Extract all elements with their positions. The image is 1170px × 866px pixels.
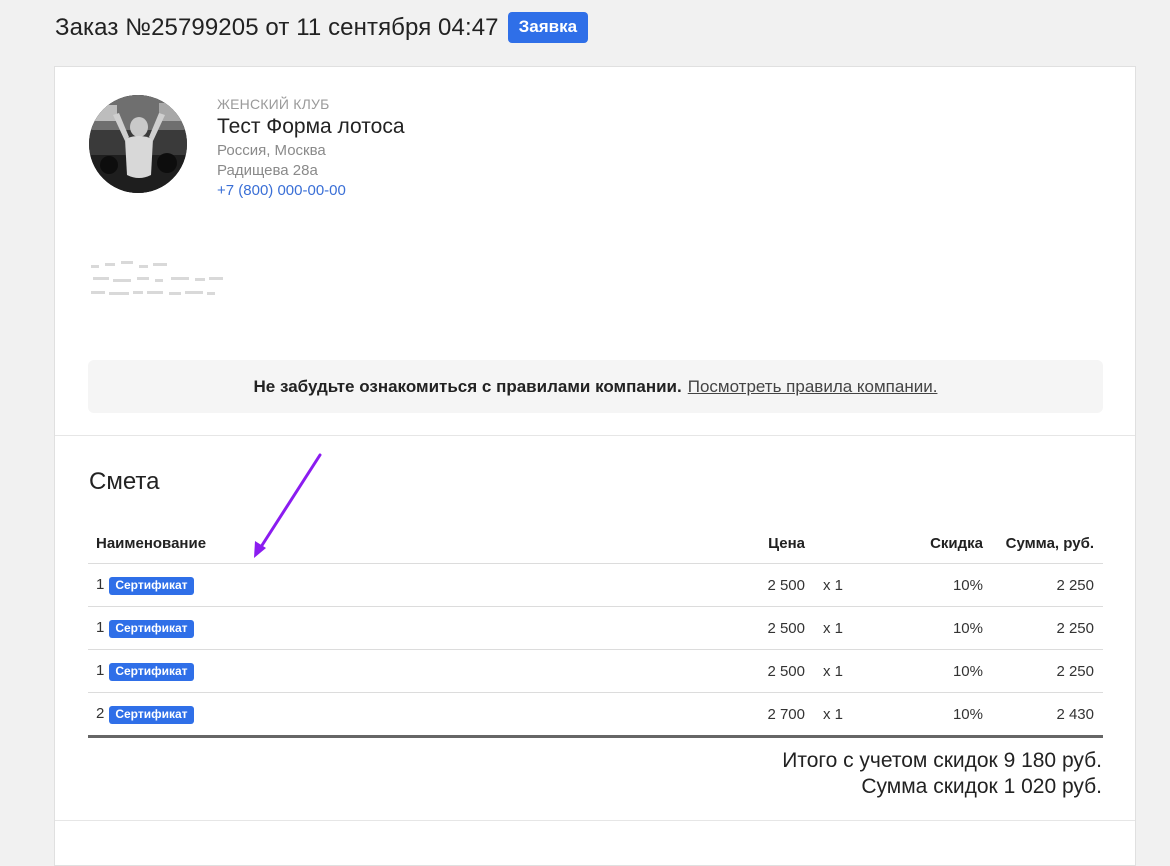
table-header-row: Наименование Цена Скидка Сумма, руб. (88, 523, 1103, 564)
row-name-cell: 1 Сертификат (88, 606, 736, 650)
row-price: 2 700 (736, 692, 805, 738)
row-count: 1 (96, 618, 105, 636)
row-sum: 2 250 (983, 649, 1103, 693)
page-header: Заказ №25799205 от 11 сентября 04:47 Зая… (55, 12, 589, 43)
row-sum: 2 430 (983, 692, 1103, 738)
page-title: Заказ №25799205 от 11 сентября 04:47 (55, 13, 499, 41)
club-country: Россия, Москва (217, 142, 326, 159)
row-qty: x 1 (805, 649, 883, 693)
column-discount: Скидка (883, 523, 983, 564)
estimate-table: Наименование Цена Скидка Сумма, руб. 1 Се… (88, 523, 1103, 738)
row-price: 2 500 (736, 649, 805, 693)
club-info: ЖЕНСКИЙ КЛУБ Тест Форма лотоса Россия, М… (217, 95, 405, 201)
row-qty: x 1 (805, 606, 883, 650)
table-row: 1 Сертификат 2 500 x 1 10% 2 250 (88, 563, 1103, 607)
row-price: 2 500 (736, 563, 805, 607)
status-badge: Заявка (507, 12, 589, 43)
row-discount: 10% (883, 563, 983, 607)
row-discount: 10% (883, 606, 983, 650)
row-sum: 2 250 (983, 563, 1103, 607)
row-discount: 10% (883, 692, 983, 738)
redacted-text (91, 261, 223, 295)
totals: Итого с учетом скидок 9 180 руб. Сумма с… (782, 748, 1102, 800)
row-count: 1 (96, 661, 105, 679)
row-count: 1 (96, 575, 105, 593)
item-tag: Сертификат (109, 705, 194, 724)
order-card: ЖЕНСКИЙ КЛУБ Тест Форма лотоса Россия, М… (54, 66, 1136, 866)
column-name: Наименование (88, 523, 736, 564)
table-row: 1 Сертификат 2 500 x 1 10% 2 250 (88, 649, 1103, 693)
club-category: ЖЕНСКИЙ КЛУБ (217, 96, 330, 112)
rules-banner: Не забудьте ознакомиться с правилами ком… (88, 360, 1103, 413)
club-phone-link[interactable]: +7 (800) 000-00-00 (217, 181, 405, 201)
item-tag: Сертификат (109, 662, 194, 681)
item-tag: Сертификат (109, 576, 194, 595)
estimate-title: Смета (89, 468, 160, 495)
row-name-cell: 1 Сертификат (88, 563, 736, 607)
avatar-photo (89, 95, 187, 193)
club-address: Радищева 28а (217, 162, 318, 179)
discount-total: Сумма скидок 1 020 руб. (861, 775, 1102, 798)
row-sum: 2 250 (983, 606, 1103, 650)
rules-text: Не забудьте ознакомиться с правилами ком… (253, 376, 682, 396)
row-qty: x 1 (805, 563, 883, 607)
table-row: 2 Сертификат 2 700 x 1 10% 2 430 (88, 692, 1103, 738)
club-avatar (89, 95, 187, 193)
row-price: 2 500 (736, 606, 805, 650)
rules-link[interactable]: Посмотреть правила компании. (688, 377, 938, 397)
column-qty (805, 523, 883, 564)
item-tag: Сертификат (109, 619, 194, 638)
row-name-cell: 1 Сертификат (88, 649, 736, 693)
row-count: 2 (96, 704, 105, 722)
total-with-discount: Итого с учетом скидок 9 180 руб. (782, 749, 1102, 772)
column-sum: Сумма, руб. (983, 523, 1103, 564)
column-price: Цена (736, 523, 805, 564)
row-qty: x 1 (805, 692, 883, 738)
club-name: Тест Форма лотоса (217, 115, 405, 138)
table-row: 1 Сертификат 2 500 x 1 10% 2 250 (88, 606, 1103, 650)
row-discount: 10% (883, 649, 983, 693)
section-divider (55, 435, 1135, 436)
bottom-divider (55, 820, 1135, 821)
row-name-cell: 2 Сертификат (88, 692, 736, 738)
